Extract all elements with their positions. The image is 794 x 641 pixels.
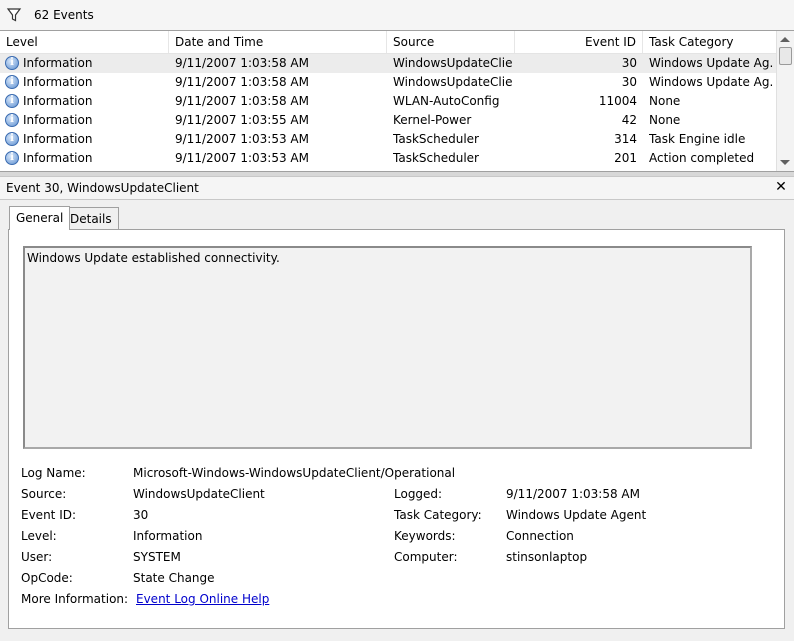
event-count: 62 Events [34,8,94,22]
event-message-box[interactable]: Windows Update established connectivity. [23,246,752,449]
close-icon[interactable]: ✕ [773,178,789,196]
row-event-id: 30 [621,56,637,70]
logged-value: 9/11/2007 1:03:58 AM [506,487,640,501]
task-category-value: Windows Update Agent [506,508,647,522]
row-event-id: 42 [621,113,637,127]
row-source: WindowsUpdateClie... [393,56,513,70]
scroll-up-arrow-icon[interactable] [780,37,790,42]
column-header-date-time[interactable]: Date and Time [169,31,387,53]
scroll-down-arrow-icon[interactable] [780,160,790,165]
event-log-online-help-link[interactable]: Event Log Online Help [136,592,269,606]
event-row[interactable]: i Information 9/11/2007 1:03:55 AM Kerne… [0,111,776,130]
event-row[interactable]: i Information 9/11/2007 1:03:58 AM WLAN-… [0,92,776,111]
tab-details[interactable]: Details [63,207,119,229]
opcode-value: State Change [133,571,215,585]
event-id-value: 30 [133,508,149,522]
row-datetime: 9/11/2007 1:03:53 AM [175,151,309,165]
user-value: SYSTEM [133,550,181,564]
column-header-source[interactable]: Source [387,31,515,53]
event-detail-title: Event 30, WindowsUpdateClient [6,181,199,195]
event-id-label: Event ID: [21,508,77,522]
row-category: None [649,113,681,127]
event-row[interactable]: i Information 9/11/2007 1:03:58 AM Windo… [0,73,776,92]
information-icon: i [5,75,19,89]
scroll-thumb[interactable] [779,47,792,65]
row-event-id: 201 [614,151,637,165]
row-level: Information [23,75,93,89]
task-category-label: Task Category: [394,508,482,522]
computer-label: Computer: [394,550,458,564]
level-label: Level: [21,529,57,543]
row-category: Task Engine idle [649,132,746,146]
row-source: Kernel-Power [393,113,472,127]
column-header-row: Level Date and Time Source Event ID Task… [0,31,776,54]
row-event-id: 314 [614,132,637,146]
event-row[interactable]: i Information 9/11/2007 1:03:53 AM TaskS… [0,149,776,168]
information-icon: i [5,94,19,108]
log-name-value: Microsoft-Windows-WindowsUpdateClient/Op… [133,466,456,480]
row-source: WLAN-AutoConfig [393,94,500,108]
information-icon: i [5,113,19,127]
source-label: Source: [21,487,67,501]
row-level: Information [23,151,93,165]
row-source: TaskScheduler [393,151,479,165]
keywords-label: Keywords: [394,529,456,543]
row-datetime: 9/11/2007 1:03:58 AM [175,94,309,108]
event-list-scrollbar[interactable] [776,31,794,171]
row-datetime: 9/11/2007 1:03:55 AM [175,113,309,127]
row-datetime: 9/11/2007 1:03:58 AM [175,75,309,89]
information-icon: i [5,56,19,70]
row-level: Information [23,132,93,146]
opcode-label: OpCode: [21,571,73,585]
column-header-task-category[interactable]: Task Category [643,31,776,53]
keywords-value: Connection [506,529,574,543]
row-category: Windows Update Ag... [649,75,774,89]
events-toolbar: 62 Events [0,0,794,31]
computer-value: stinsonlaptop [506,550,588,564]
row-level: Information [23,56,93,70]
column-header-level[interactable]: Level [0,31,169,53]
level-value: Information [133,529,203,543]
row-category: Action completed [649,151,755,165]
event-row[interactable]: i Information 9/11/2007 1:03:58 AM Windo… [0,54,776,73]
row-category: Windows Update Ag... [649,56,774,70]
information-icon: i [5,132,19,146]
column-header-event-id[interactable]: Event ID [515,31,643,53]
row-event-id: 11004 [598,94,637,108]
source-value: WindowsUpdateClient [133,487,265,501]
row-event-id: 30 [621,75,637,89]
log-name-label: Log Name: [21,466,86,480]
event-row[interactable]: i Information 9/11/2007 1:03:53 AM TaskS… [0,130,776,149]
tab-general[interactable]: General [9,206,71,230]
more-information-label: More Information: [21,592,129,606]
row-source: TaskScheduler [393,132,479,146]
row-datetime: 9/11/2007 1:03:53 AM [175,132,309,146]
event-detail-header: Event 30, WindowsUpdateClient ✕ [0,177,794,200]
row-level: Information [23,94,93,108]
information-icon: i [5,151,19,165]
row-level: Information [23,113,93,127]
row-category: None [649,94,681,108]
event-message-text: Windows Update established connectivity. [27,251,280,265]
user-label: User: [21,550,53,564]
event-list: Level Date and Time Source Event ID Task… [0,31,776,171]
logged-label: Logged: [394,487,443,501]
row-datetime: 9/11/2007 1:03:58 AM [175,56,309,70]
filter-funnel-icon[interactable] [6,7,22,23]
row-source: WindowsUpdateClie... [393,75,513,89]
